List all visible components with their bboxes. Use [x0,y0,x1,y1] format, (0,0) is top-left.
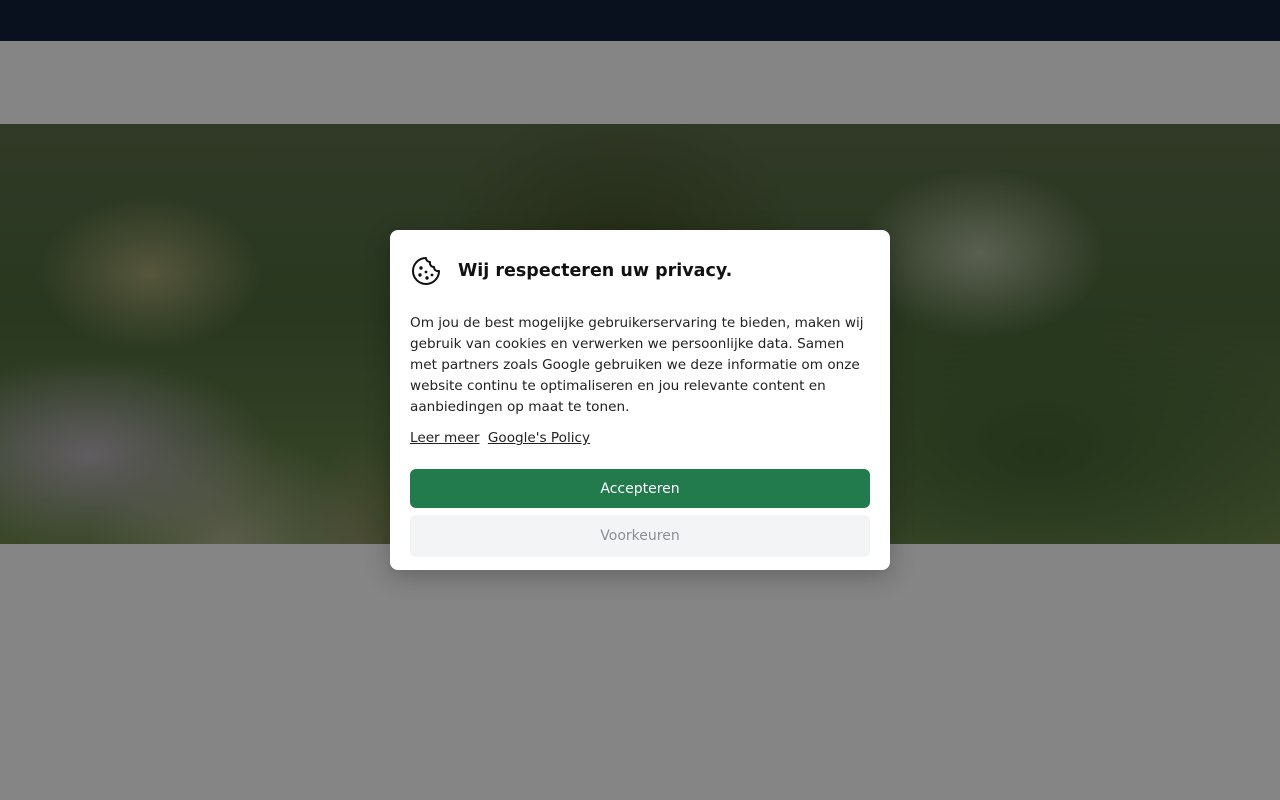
cookie-icon [410,255,442,287]
dialog-header: Wij respecteren uw privacy. [410,252,870,290]
google-policy-link[interactable]: Google's Policy [488,430,590,446]
learn-more-link[interactable]: Leer meer [410,430,480,446]
dialog-title: Wij respecteren uw privacy. [458,261,733,281]
accept-button[interactable]: Accepteren [410,469,870,508]
policy-links: Leer meer Google's Policy [410,428,870,448]
dialog-description: Om jou de best mogelijke gebruikerservar… [410,315,864,415]
preferences-button[interactable]: Voorkeuren [410,515,870,557]
cookie-consent-dialog: Wij respecteren uw privacy. Om jou de be… [390,230,890,570]
page: Wij respecteren uw privacy. Om jou de be… [0,0,1280,800]
